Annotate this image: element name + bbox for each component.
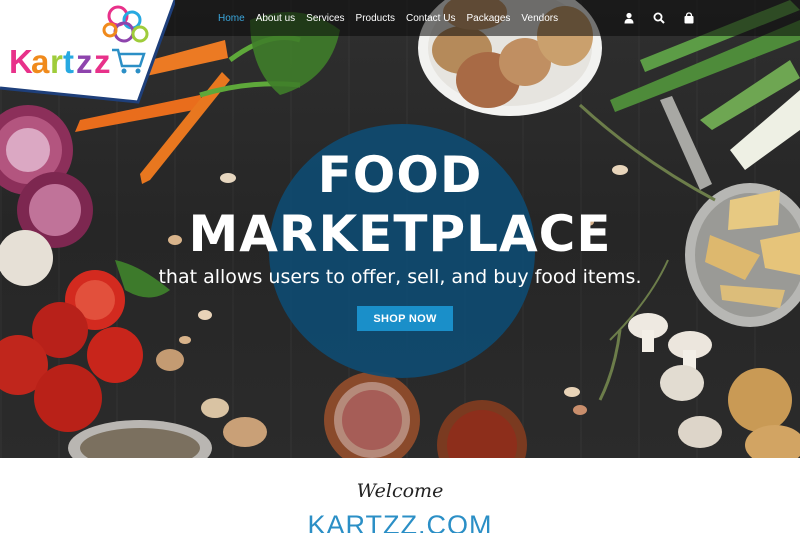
svg-text:z: z — [94, 43, 111, 80]
site-name-heading: KARTZZ.COM — [307, 510, 493, 533]
hero-title-line1: FOOD — [317, 146, 483, 204]
svg-text:t: t — [63, 43, 74, 80]
nav-item-packages[interactable]: Packages — [466, 13, 510, 24]
nav-item-home[interactable]: Home — [218, 13, 245, 24]
svg-text:a: a — [31, 43, 50, 80]
main-nav: Home About us Services Products Contact … — [218, 0, 569, 36]
nav-item-contact-us[interactable]: Contact Us — [406, 13, 455, 24]
kartzz-logo[interactable]: K a r t z z — [0, 0, 177, 105]
spice-bowls-image — [68, 372, 527, 458]
svg-text:r: r — [50, 43, 63, 80]
search-icon[interactable] — [650, 9, 668, 27]
nav-item-vendors[interactable]: Vendors — [521, 13, 558, 24]
hero-subtitle: that allows users to offer, sell, and bu… — [158, 266, 642, 288]
shopping-bag-icon[interactable] — [680, 9, 698, 27]
nav-item-about-us[interactable]: About us — [256, 13, 295, 24]
welcome-heading: Welcome — [356, 480, 444, 502]
nav-item-products[interactable]: Products — [356, 13, 395, 24]
mushrooms-image — [628, 313, 800, 458]
user-icon[interactable] — [620, 9, 638, 27]
shop-now-button[interactable]: SHOP NOW — [357, 306, 453, 331]
nav-item-services[interactable]: Services — [306, 13, 344, 24]
nav-icon-group — [620, 9, 710, 27]
svg-text:K: K — [9, 43, 33, 80]
logo-wordmark: K a r t z z — [9, 43, 111, 80]
hero-title-line2: MARKETPLACE — [188, 205, 612, 263]
svg-text:z: z — [76, 43, 93, 80]
